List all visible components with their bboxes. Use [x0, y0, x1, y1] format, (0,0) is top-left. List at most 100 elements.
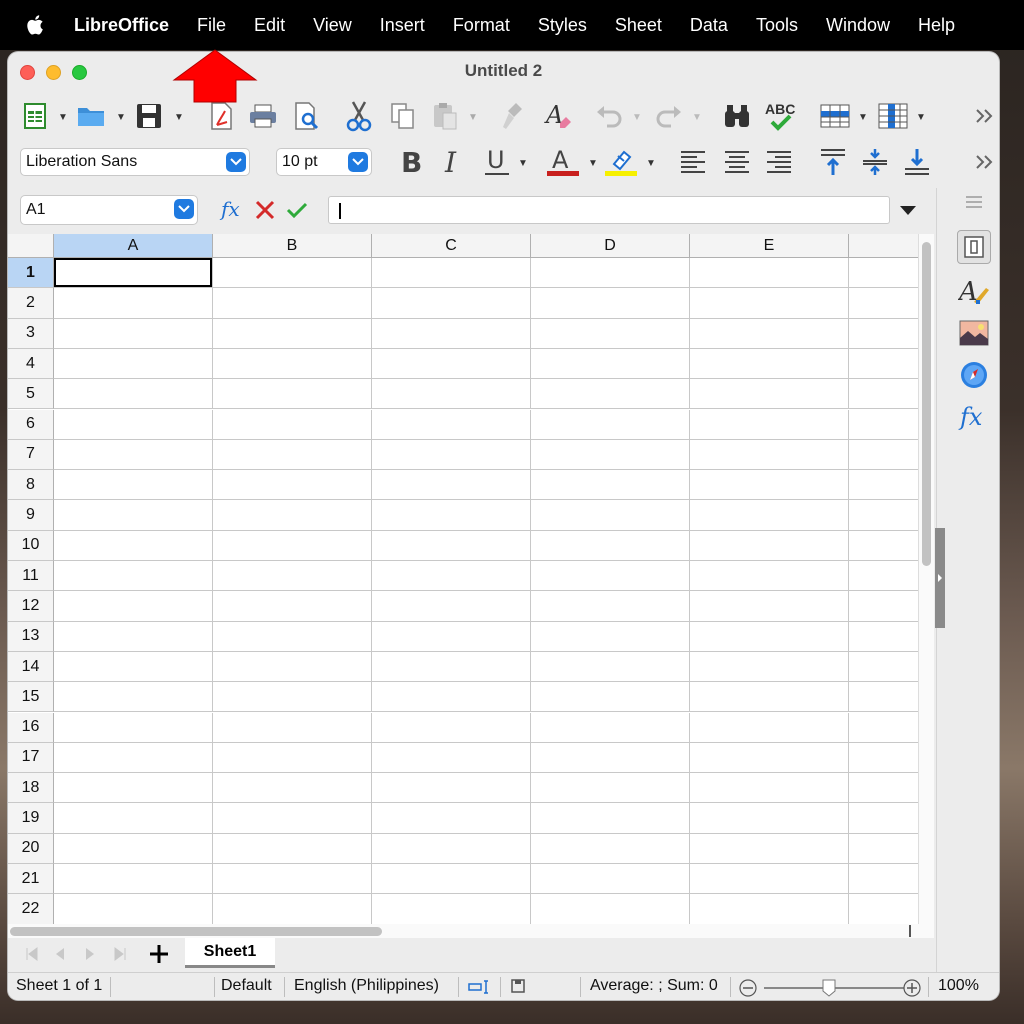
cell[interactable]	[213, 439, 372, 471]
cell[interactable]	[531, 864, 690, 895]
cell[interactable]	[213, 682, 372, 713]
cell[interactable]	[531, 742, 690, 774]
align-center-icon[interactable]	[720, 146, 754, 178]
cell[interactable]	[213, 591, 372, 622]
cell[interactable]	[372, 742, 531, 774]
cell[interactable]	[690, 773, 849, 804]
cell[interactable]	[54, 621, 213, 652]
underline-dropdown-icon[interactable]: ▼	[518, 158, 528, 169]
last-sheet-icon[interactable]	[108, 938, 132, 970]
cell[interactable]	[531, 773, 690, 804]
row-header-3[interactable]: 3	[8, 318, 54, 349]
zoom-in-icon[interactable]	[902, 978, 922, 1000]
accept-check-icon[interactable]	[280, 194, 314, 226]
cell[interactable]	[372, 651, 531, 683]
cell[interactable]	[213, 773, 372, 804]
cell[interactable]	[690, 682, 849, 713]
cell[interactable]	[54, 682, 213, 713]
cell[interactable]	[372, 561, 531, 592]
expand-formula-bar-icon[interactable]	[894, 194, 922, 226]
zoom-slider-thumb[interactable]	[822, 979, 836, 997]
menu-app-name[interactable]: LibreOffice	[72, 15, 183, 36]
column-header-partial[interactable]	[849, 234, 918, 258]
styles-icon[interactable]: A	[957, 274, 991, 308]
cell[interactable]	[213, 864, 372, 895]
previous-sheet-icon[interactable]	[48, 938, 72, 970]
cell[interactable]	[54, 258, 213, 289]
cell[interactable]	[213, 470, 372, 501]
open-dropdown-icon[interactable]: ▼	[116, 112, 126, 123]
menu-tools[interactable]: Tools	[742, 15, 812, 36]
cell[interactable]	[213, 712, 372, 743]
cell[interactable]	[213, 742, 372, 774]
cell[interactable]	[372, 530, 531, 561]
cancel-x-icon[interactable]	[248, 194, 282, 226]
print-icon[interactable]	[246, 100, 280, 132]
row-header-7[interactable]: 7	[8, 439, 54, 471]
cell[interactable]	[372, 288, 531, 319]
cell[interactable]	[849, 531, 918, 561]
print-preview-icon[interactable]	[290, 100, 324, 132]
undo-icon[interactable]	[592, 100, 626, 132]
row-header-11[interactable]: 11	[8, 561, 54, 592]
cell[interactable]	[54, 833, 213, 864]
cell[interactable]	[849, 622, 918, 652]
cell[interactable]	[531, 894, 690, 924]
menu-help[interactable]: Help	[904, 15, 969, 36]
cell[interactable]	[531, 651, 690, 683]
cell[interactable]	[213, 258, 372, 289]
cell[interactable]	[213, 318, 372, 349]
row-header-14[interactable]: 14	[8, 651, 54, 683]
menu-data[interactable]: Data	[676, 15, 742, 36]
cell[interactable]	[690, 409, 849, 440]
cell[interactable]	[531, 379, 690, 410]
paste-dropdown-icon[interactable]: ▼	[468, 112, 478, 123]
highlight-dropdown-icon[interactable]: ▼	[646, 158, 656, 169]
row-header-5[interactable]: 5	[8, 379, 54, 410]
cell[interactable]	[531, 500, 690, 531]
font-name-combo[interactable]: Liberation Sans	[20, 148, 250, 176]
cell[interactable]	[690, 591, 849, 622]
font-name-chevron-down-icon[interactable]	[226, 152, 246, 172]
row-icon[interactable]	[818, 100, 852, 132]
cell[interactable]	[54, 288, 213, 319]
menu-file[interactable]: File	[183, 15, 240, 36]
row-header-15[interactable]: 15	[8, 682, 54, 713]
cell[interactable]	[849, 349, 918, 380]
apple-menu-icon[interactable]	[0, 14, 72, 36]
underline-icon[interactable]: U	[480, 146, 514, 178]
cell[interactable]	[690, 530, 849, 561]
cell[interactable]	[213, 621, 372, 652]
row-header-13[interactable]: 13	[8, 621, 54, 652]
cell[interactable]	[372, 439, 531, 471]
row-header-22[interactable]: 22	[8, 894, 54, 924]
add-sheet-icon[interactable]	[144, 938, 174, 970]
toolbar-overflow-icon[interactable]	[972, 100, 998, 132]
align-top-icon[interactable]	[816, 146, 850, 178]
cell[interactable]	[213, 833, 372, 864]
vertical-scroll-thumb[interactable]	[922, 242, 931, 566]
row-header-20[interactable]: 20	[8, 833, 54, 864]
cell[interactable]	[531, 803, 690, 834]
new-spreadsheet-icon[interactable]	[18, 100, 52, 132]
cell[interactable]	[531, 712, 690, 743]
cell[interactable]	[690, 894, 849, 924]
cell[interactable]	[372, 833, 531, 864]
cell[interactable]	[849, 652, 918, 683]
cell[interactable]	[531, 258, 690, 289]
cell[interactable]	[849, 682, 918, 713]
cell[interactable]	[531, 288, 690, 319]
cell[interactable]	[213, 803, 372, 834]
cell[interactable]	[849, 743, 918, 774]
name-box-chevron-down-icon[interactable]	[174, 199, 194, 219]
horizontal-scrollbar[interactable]	[8, 924, 934, 938]
cell[interactable]	[213, 379, 372, 410]
copy-icon[interactable]	[386, 100, 420, 132]
cell[interactable]	[54, 773, 213, 804]
cell[interactable]	[54, 651, 213, 683]
cell[interactable]	[372, 500, 531, 531]
split-handle[interactable]	[909, 925, 911, 937]
cell[interactable]	[372, 591, 531, 622]
cell[interactable]	[690, 561, 849, 592]
cell[interactable]	[531, 621, 690, 652]
